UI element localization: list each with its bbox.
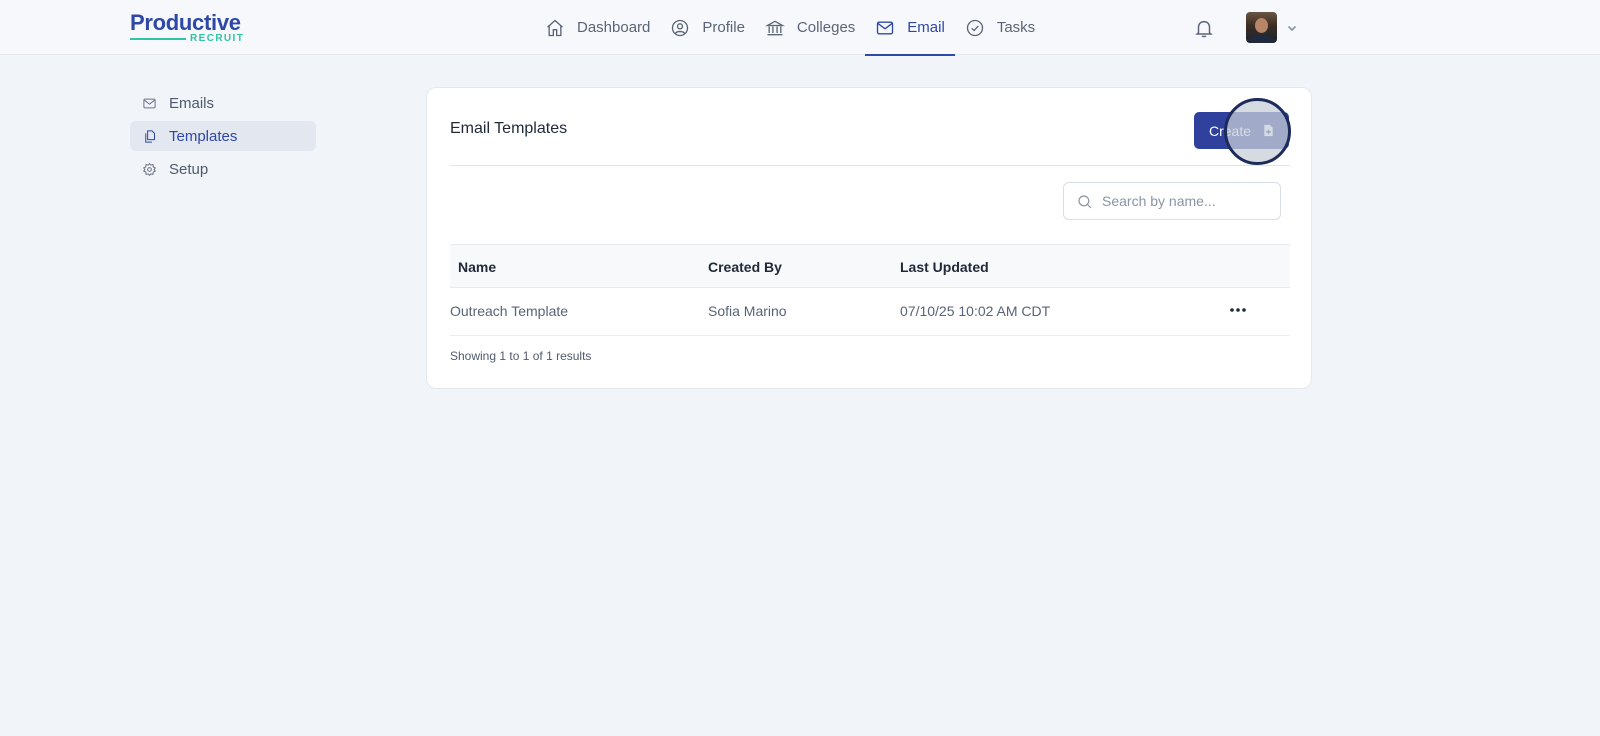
user-circle-icon: [672, 19, 689, 36]
last-updated-cell: 07/10/25 10:02 AM CDT: [900, 303, 1051, 319]
logo-wordmark: Productive: [130, 10, 241, 35]
check-circle-icon: [966, 19, 983, 36]
search-input[interactable]: [1102, 183, 1276, 219]
column-header-last-updated[interactable]: Last Updated: [900, 259, 989, 275]
user-avatar[interactable]: [1246, 12, 1277, 43]
nav-item-dashboard[interactable]: Dashboard: [535, 0, 660, 55]
home-icon: [547, 19, 563, 36]
table-header: Name Created By Last Updated: [450, 244, 1290, 288]
search-box: [1063, 182, 1281, 220]
logo-underline: [130, 38, 186, 40]
nav-item-label: Email: [907, 19, 945, 36]
row-actions-button[interactable]: [1228, 300, 1248, 320]
productive-recruit-logo[interactable]: Productive RECRUIT: [130, 11, 245, 45]
templates-table: Name Created By Last Updated Outreach Te…: [450, 244, 1290, 336]
copy-icon: [145, 129, 155, 143]
sidebar-item-templates[interactable]: Templates: [130, 121, 316, 151]
created-by-cell: Sofia Marino: [708, 303, 787, 319]
nav-item-tasks[interactable]: Tasks: [955, 0, 1045, 55]
top-navigation-bar: Productive RECRUIT Dashboard Profile Col…: [0, 0, 1600, 56]
sidebar-item-setup[interactable]: Setup: [130, 154, 316, 184]
template-name-cell[interactable]: Outreach Template: [450, 303, 568, 319]
email-templates-card: Email Templates Create Name Created By L…: [426, 87, 1312, 389]
nav-item-colleges[interactable]: Colleges: [755, 0, 865, 55]
envelope-icon: [877, 21, 894, 34]
pagination-summary: Showing 1 to 1 of 1 results: [450, 349, 592, 363]
column-header-name[interactable]: Name: [458, 259, 496, 275]
notifications-button[interactable]: [1193, 17, 1215, 39]
create-template-button[interactable]: Create: [1194, 112, 1289, 149]
nav-item-label: Tasks: [996, 19, 1036, 36]
column-header-created-by[interactable]: Created By: [708, 259, 782, 275]
table-row[interactable]: Outreach Template Sofia Marino 07/10/25 …: [450, 288, 1290, 336]
more-horizontal-icon: [1230, 308, 1246, 312]
nav-item-label: Dashboard: [577, 19, 651, 36]
file-plus-icon: [1264, 124, 1273, 137]
sidebar-item-label: Setup: [169, 160, 209, 178]
nav-item-profile[interactable]: Profile: [660, 0, 755, 55]
main-nav: Dashboard Profile Colleges Email Tasks: [535, 0, 1045, 56]
nav-item-email[interactable]: Email: [865, 0, 955, 56]
user-menu-toggle[interactable]: [1286, 21, 1298, 33]
sidebar-item-emails[interactable]: Emails: [130, 88, 316, 118]
header-divider: [450, 165, 1290, 166]
envelope-icon: [143, 98, 156, 108]
search-icon: [1078, 195, 1092, 209]
sidebar-item-label: Emails: [169, 94, 215, 112]
nav-item-label: Colleges: [796, 19, 856, 36]
create-button-label: Create: [1209, 122, 1252, 139]
chevron-down-icon: [1287, 25, 1297, 32]
bell-icon: [1195, 20, 1213, 38]
nav-item-label: Profile: [702, 19, 745, 36]
logo-subtitle: RECRUIT: [190, 33, 245, 44]
email-sidebar: Emails Templates Setup: [130, 88, 316, 187]
bank-icon: [764, 20, 785, 35]
sidebar-item-label: Templates: [169, 127, 238, 145]
gear-icon: [143, 162, 156, 176]
page-title: Email Templates: [450, 120, 568, 137]
